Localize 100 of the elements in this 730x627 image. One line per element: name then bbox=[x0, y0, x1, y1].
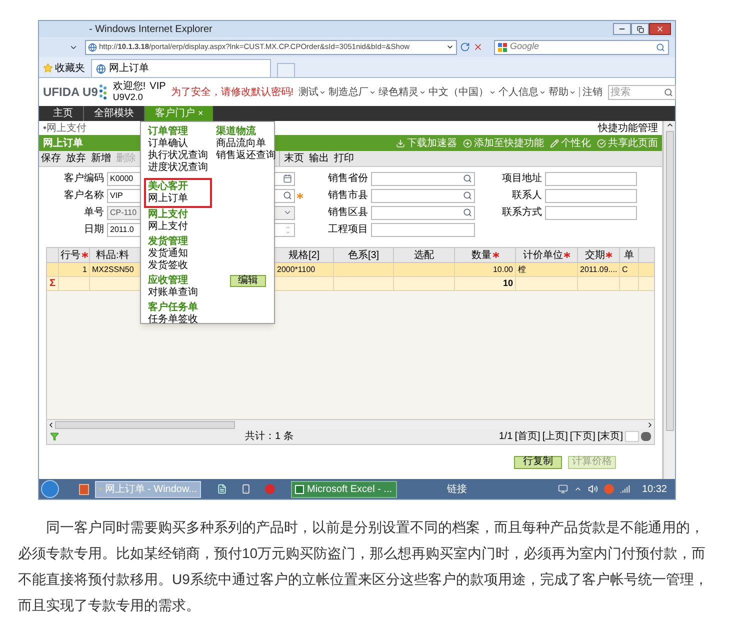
menu-item[interactable]: 销售返还查询 bbox=[216, 150, 276, 162]
header-menu[interactable]: 制造总厂 bbox=[328, 84, 376, 100]
search-icon[interactable] bbox=[656, 42, 665, 52]
taskbar-app[interactable]: Microsoft Excel - ... bbox=[291, 480, 397, 498]
volume-icon[interactable] bbox=[588, 484, 598, 494]
action-button[interactable]: 行复制 bbox=[514, 456, 562, 468]
search-icon[interactable] bbox=[664, 88, 673, 96]
restore-button[interactable] bbox=[631, 23, 649, 35]
calendar-icon[interactable] bbox=[283, 174, 292, 183]
column-header[interactable]: 计价单位 bbox=[516, 248, 578, 262]
record-count: 共计：1 条 bbox=[245, 430, 294, 444]
menu-heading: 发货管理 bbox=[148, 236, 189, 248]
search-icon[interactable] bbox=[463, 191, 472, 200]
field-label: 联系人 bbox=[511, 188, 543, 203]
input-field[interactable] bbox=[545, 206, 637, 220]
browser-page-icon bbox=[88, 42, 97, 52]
header-menu[interactable]: 绿色精灵 bbox=[378, 84, 426, 100]
toolbar-button[interactable]: 打印 bbox=[334, 151, 354, 166]
toolbar-button[interactable]: 新增 bbox=[91, 151, 111, 166]
spinner-icon[interactable] bbox=[284, 224, 292, 234]
field-label: 日期 bbox=[83, 222, 105, 237]
star-icon bbox=[43, 63, 53, 73]
presentation-app-icon[interactable] bbox=[79, 484, 89, 494]
stop-icon[interactable] bbox=[473, 42, 483, 52]
links-toolbar[interactable]: 链接 bbox=[447, 482, 467, 496]
close-button[interactable] bbox=[649, 23, 671, 35]
column-header[interactable]: 交期 bbox=[578, 248, 620, 262]
menu-item[interactable]: 任务单签收 bbox=[148, 314, 208, 326]
field-label: 客户名称 bbox=[63, 188, 105, 203]
plus-icon bbox=[463, 138, 472, 148]
close-icon bbox=[656, 25, 664, 33]
menu-item[interactable]: 进度状况查询 bbox=[148, 162, 208, 174]
minimize-button[interactable] bbox=[613, 23, 631, 35]
favorites-button[interactable]: 收藏夹 bbox=[43, 59, 85, 77]
version-text: U9V2.0 bbox=[112, 92, 144, 103]
quick-link[interactable]: 快捷功能管理 bbox=[598, 120, 658, 136]
header-menu[interactable]: 个人信息 bbox=[498, 84, 546, 100]
menu-heading: 订单管理 bbox=[148, 126, 189, 138]
column-header[interactable]: 单 bbox=[620, 248, 639, 262]
refresh-icon[interactable] bbox=[460, 42, 470, 52]
menu-item[interactable]: 网上订单 bbox=[148, 193, 208, 205]
header-menu[interactable]: 测试 bbox=[298, 84, 326, 100]
vertical-scrollbar[interactable] bbox=[663, 121, 675, 479]
search-icon[interactable] bbox=[463, 208, 472, 217]
search-icon[interactable] bbox=[463, 174, 472, 183]
menu-item[interactable]: 订单确认 bbox=[148, 138, 208, 150]
column-header[interactable]: 选配 bbox=[394, 248, 455, 262]
clock: 10:32 bbox=[642, 482, 667, 496]
pager-link[interactable]: [下页] bbox=[570, 429, 596, 444]
toolbar-button[interactable]: 末页 bbox=[284, 151, 304, 166]
document-icon[interactable] bbox=[217, 484, 227, 494]
horizontal-scrollbar[interactable] bbox=[47, 419, 654, 429]
pager-link[interactable]: [末页] bbox=[597, 429, 623, 444]
logout-link[interactable]: 注销 bbox=[582, 84, 603, 100]
table-cell: 10 bbox=[502, 277, 513, 290]
input-field[interactable] bbox=[545, 172, 637, 186]
caret-icon[interactable] bbox=[446, 43, 454, 51]
column-header[interactable]: 数量 bbox=[455, 248, 516, 262]
search-field[interactable]: Google bbox=[494, 40, 669, 54]
menu-item[interactable]: 发货通知 bbox=[148, 248, 208, 260]
toolbar-button[interactable]: 输出 bbox=[309, 151, 329, 166]
toolbar-button[interactable]: 保存 bbox=[41, 151, 61, 166]
page-title: 网上订单 bbox=[43, 136, 83, 150]
input-field[interactable] bbox=[371, 188, 475, 202]
menu-item[interactable]: 商品流向单 bbox=[216, 138, 276, 150]
filter-icon[interactable] bbox=[50, 432, 59, 441]
column-header[interactable]: 行号 bbox=[59, 248, 90, 262]
spreadsheet-icon bbox=[295, 484, 304, 494]
tray-expand-icon[interactable] bbox=[574, 485, 582, 493]
menu-item[interactable]: 执行状况查询 bbox=[148, 150, 208, 162]
caret-icon bbox=[368, 88, 376, 96]
input-field[interactable] bbox=[371, 172, 475, 186]
browser-tab[interactable]: 网上订单 bbox=[91, 59, 271, 77]
input-field[interactable] bbox=[371, 206, 475, 220]
table-cell: 2011.09.... bbox=[580, 264, 618, 276]
tray-app-icon bbox=[604, 484, 614, 494]
caret-icon bbox=[418, 88, 426, 96]
pager-link[interactable]: [首页] bbox=[514, 429, 540, 444]
table-cell: 2000*1100 bbox=[277, 264, 316, 276]
phone-icon[interactable] bbox=[241, 484, 251, 494]
toolbar-button[interactable]: 放弃 bbox=[66, 151, 86, 166]
edit-button[interactable]: 编辑 bbox=[230, 275, 266, 287]
menu-item[interactable]: 网上支付 bbox=[148, 221, 208, 233]
breadcrumb-link[interactable]: •网上支付 bbox=[43, 120, 87, 136]
menu-item[interactable]: 发货签收 bbox=[148, 260, 208, 272]
pager-link[interactable]: [上页] bbox=[542, 429, 568, 444]
go-button[interactable] bbox=[641, 432, 651, 441]
table-cell: C bbox=[622, 264, 628, 276]
window-title: - Windows Internet Explorer bbox=[89, 22, 212, 36]
sum-marker: Σ bbox=[49, 277, 56, 291]
input-field[interactable] bbox=[545, 188, 637, 202]
input-field[interactable] bbox=[371, 222, 475, 236]
nav-tab[interactable]: 客户门户 × bbox=[145, 106, 214, 121]
tab-close-button[interactable]: × bbox=[198, 106, 204, 120]
column-header[interactable]: 色系[3] bbox=[334, 248, 394, 262]
header-menu[interactable]: 中文（中国） bbox=[428, 84, 496, 100]
header-menu[interactable]: 帮助 bbox=[548, 84, 576, 100]
start-button[interactable] bbox=[41, 480, 59, 498]
search-icon[interactable] bbox=[283, 191, 292, 200]
page-input[interactable] bbox=[625, 431, 639, 442]
